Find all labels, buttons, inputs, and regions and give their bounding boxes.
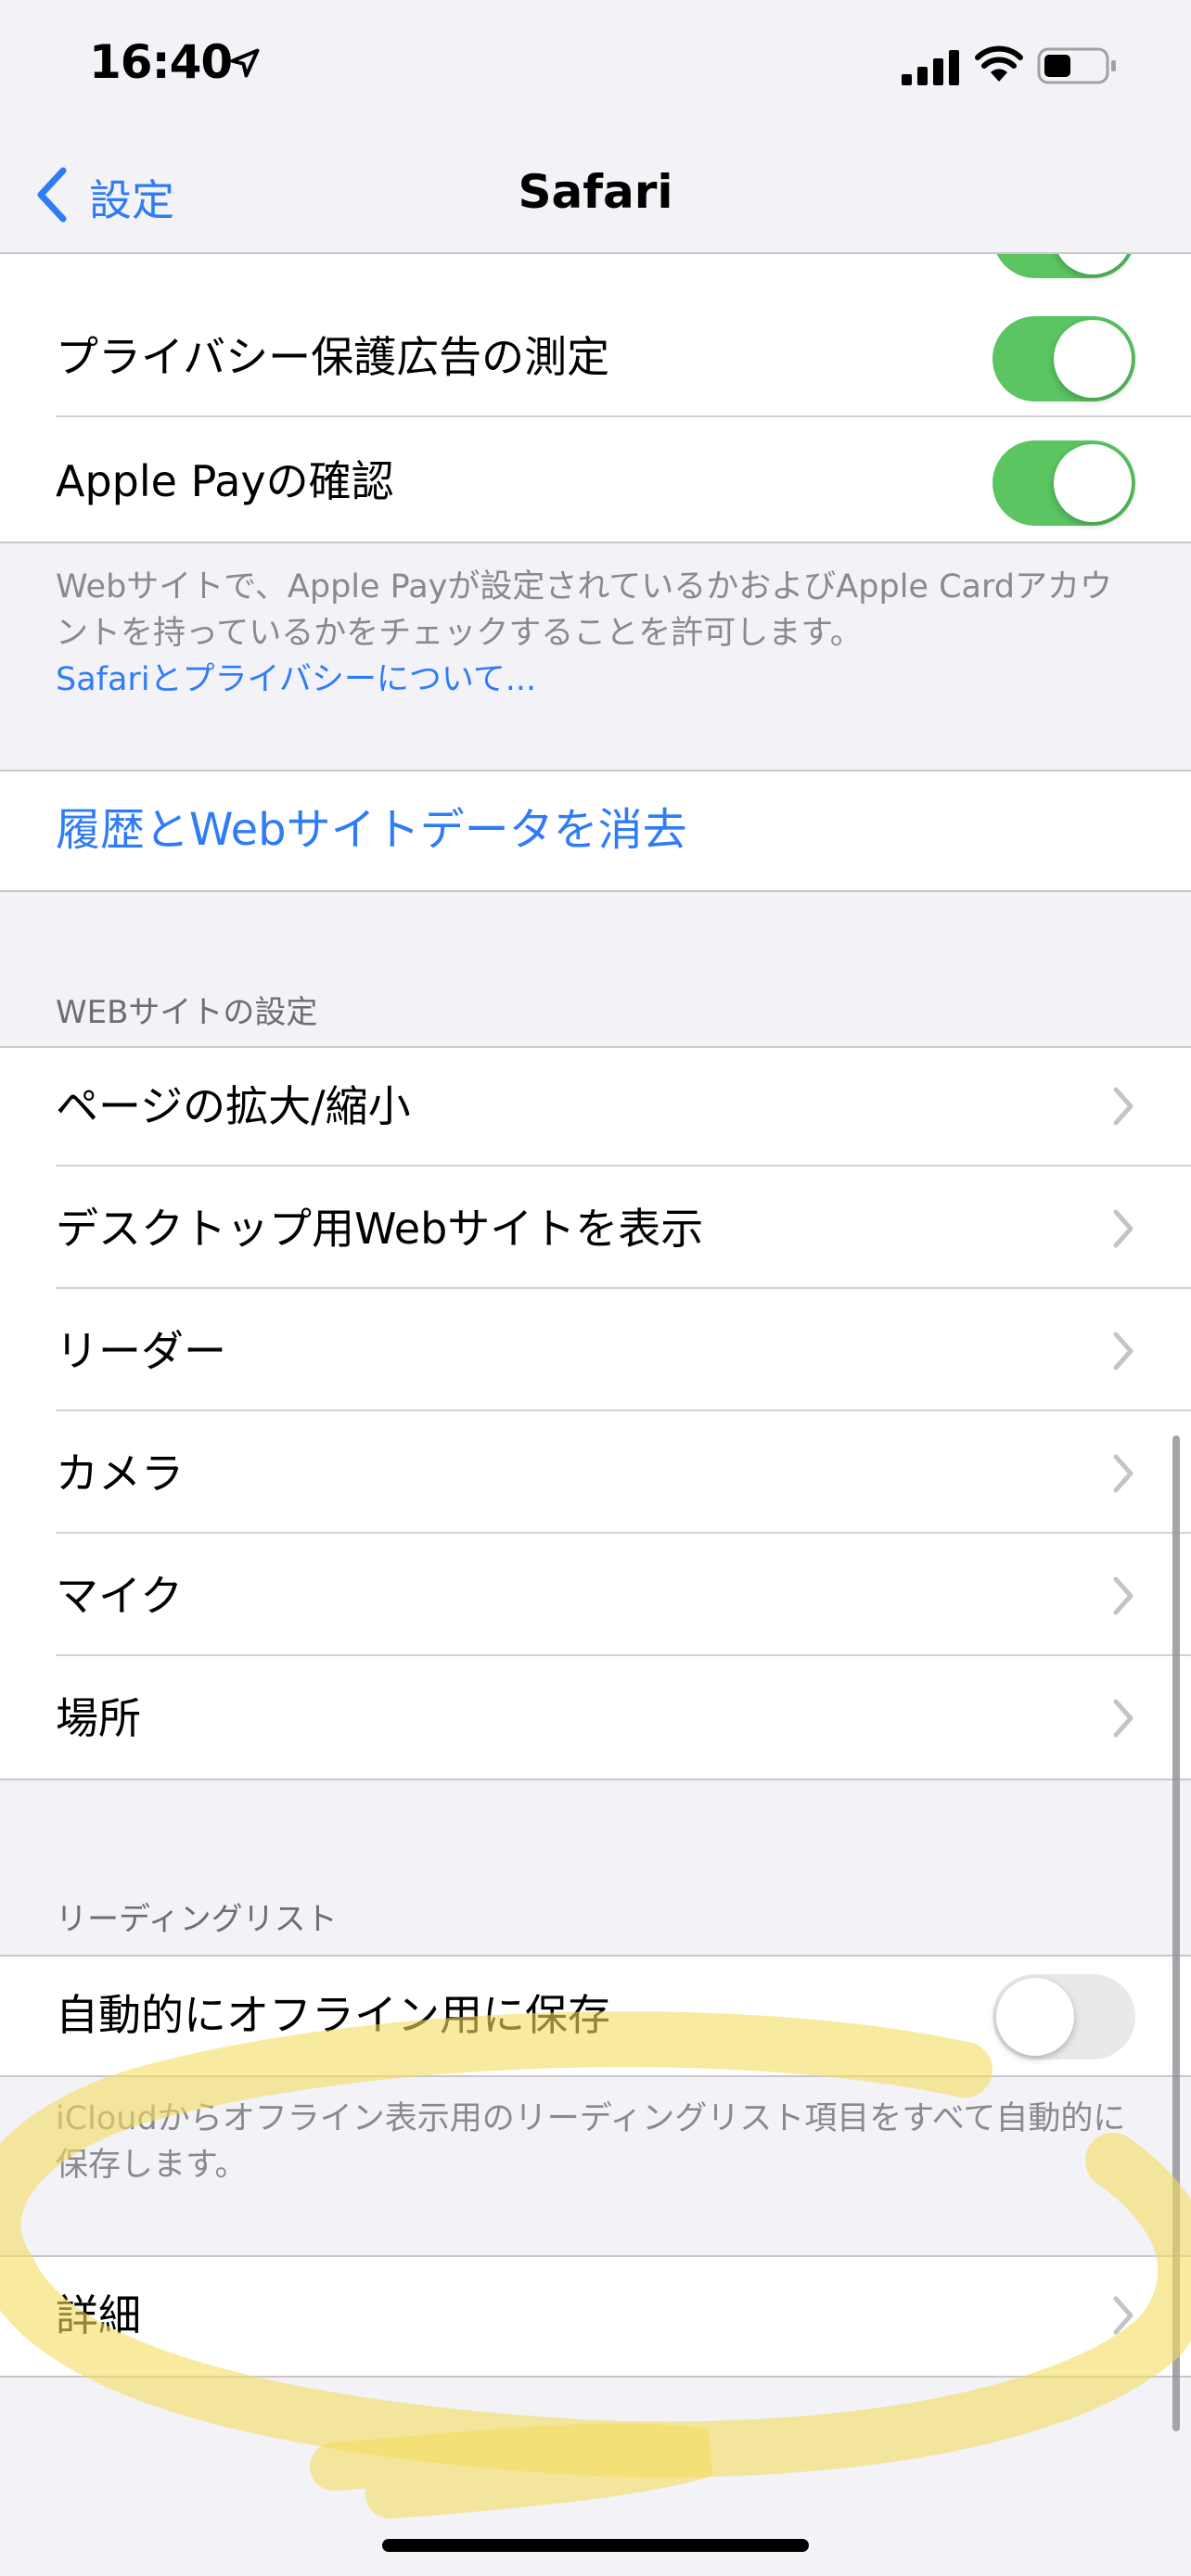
location-row[interactable]: 場所 (0, 1658, 1191, 1779)
desktop-website-row[interactable]: デスクトップ用Webサイトを表示 (0, 1168, 1191, 1289)
chevron-right-icon (1113, 1576, 1133, 1615)
battery-icon (1037, 47, 1116, 84)
reading-list-header: リーディングリスト (56, 1901, 338, 1938)
apple-pay-check-row[interactable]: Apple Payの確認 (0, 421, 1191, 542)
apple-pay-check-label: Apple Payの確認 (56, 456, 394, 506)
chevron-right-icon (1113, 1454, 1133, 1493)
apple-pay-footnote-text: Webサイトで、Apple Payが設定されているかおよびApple Cardア… (56, 568, 1112, 652)
clear-history-button[interactable]: 履歴とWebサイトデータを消去 (56, 770, 687, 890)
home-indicator[interactable] (382, 2539, 809, 2552)
reader-row[interactable]: リーダー (0, 1291, 1191, 1411)
reader-label: リーダー (56, 1326, 226, 1376)
scroll-indicator[interactable] (1172, 1435, 1180, 2431)
website-settings-header: WEBサイトの設定 (56, 994, 318, 1031)
auto-save-offline-row[interactable]: 自動的にオフライン用に保存 (0, 1955, 1191, 2075)
auto-save-offline-toggle[interactable] (992, 1974, 1135, 2060)
reading-list-footnote: iCloudからオフライン表示用のリーディングリスト項目をすべて自動的に保存しま… (56, 2100, 1126, 2184)
camera-label: カメラ (56, 1448, 184, 1498)
apple-pay-footnote: Webサイトで、Apple Payが設定されているかおよびApple Cardア… (56, 564, 1141, 703)
privacy-ad-measurement-row[interactable]: プライバシー保護広告の測定 (0, 297, 1191, 417)
location-arrow-icon (230, 48, 260, 78)
apple-pay-check-toggle[interactable] (992, 440, 1135, 526)
microphone-label: マイク (56, 1571, 184, 1621)
advanced-row[interactable]: 詳細 (0, 2255, 1191, 2376)
cellular-signal-icon (902, 50, 959, 85)
advanced-label: 詳細 (56, 2290, 141, 2340)
chevron-right-icon (1113, 1332, 1133, 1371)
privacy-ad-measurement-label: プライバシー保護広告の測定 (56, 332, 610, 382)
chevron-right-icon (1113, 1699, 1133, 1738)
auto-save-offline-label: 自動的にオフライン用に保存 (56, 1990, 610, 2040)
page-zoom-row[interactable]: ページの拡大/縮小 (0, 1046, 1191, 1167)
privacy-ad-measurement-toggle[interactable] (992, 316, 1135, 402)
camera-row[interactable]: カメラ (0, 1413, 1191, 1534)
location-label: 場所 (56, 1693, 141, 1743)
reading-list-group: 自動的にオフライン用に保存 (0, 1955, 1191, 2077)
navigation-bar: 設定 Safari (0, 139, 1191, 254)
status-time: 16:40 (89, 35, 233, 89)
clear-history-group: 履歴とWebサイトデータを消去 (0, 770, 1191, 892)
chevron-right-icon (1113, 1087, 1133, 1126)
page-title: Safari (518, 165, 673, 219)
website-settings-group: ページの拡大/縮小 デスクトップ用Webサイトを表示 リーダー カメラ マイク … (0, 1046, 1191, 1780)
status-bar: 16:40 (0, 0, 1191, 139)
chevron-right-icon (1113, 1209, 1133, 1248)
safari-privacy-link[interactable]: Safariとプライバシーについて... (56, 661, 536, 698)
advanced-group: 詳細 (0, 2255, 1191, 2378)
wifi-icon (975, 45, 1023, 82)
page-zoom-label: ページの拡大/縮小 (56, 1081, 411, 1131)
desktop-website-label: デスクトップ用Webサイトを表示 (56, 1204, 704, 1254)
microphone-row[interactable]: マイク (0, 1536, 1191, 1656)
chevron-right-icon (1113, 2296, 1133, 2335)
